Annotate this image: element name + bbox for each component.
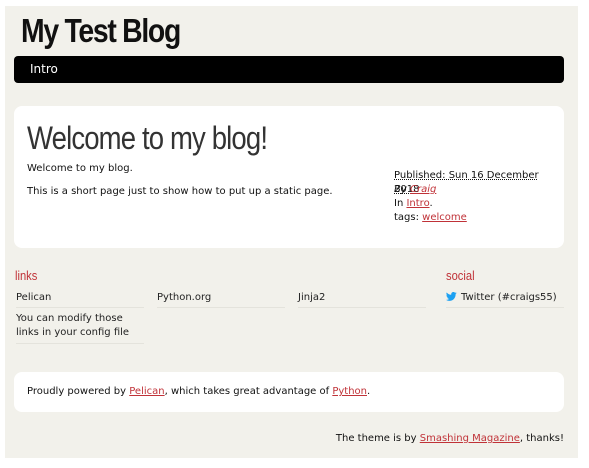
- category-link[interactable]: Intro: [406, 198, 429, 209]
- footer-prefix: Proudly powered by: [27, 386, 130, 397]
- nav-item-intro[interactable]: Intro: [30, 62, 58, 76]
- theme-credit: The theme is by Smashing Magazine, thank…: [336, 433, 564, 444]
- main-menu: Intro: [14, 56, 564, 83]
- social-item-twitter[interactable]: Twitter (#craigs55): [446, 292, 564, 308]
- content-section: Welcome to my blog! Welcome to my blog. …: [14, 106, 564, 248]
- smashing-magazine-link[interactable]: Smashing Magazine: [420, 433, 520, 444]
- category-label: In: [394, 198, 407, 209]
- footer-suffix: .: [367, 386, 371, 397]
- theme-suffix: , thanks!: [519, 433, 564, 444]
- link-jinja2[interactable]: Jinja2: [298, 292, 426, 308]
- tag-link[interactable]: welcome: [422, 212, 467, 223]
- link-python-org[interactable]: Python.org: [157, 292, 285, 308]
- python-link[interactable]: Python: [332, 386, 367, 397]
- footer-box: Proudly powered by Pelican, which takes …: [14, 372, 564, 412]
- article-paragraph: Welcome to my blog.: [27, 163, 133, 174]
- site-title[interactable]: My Test Blog: [21, 12, 181, 50]
- pelican-link[interactable]: Pelican: [129, 386, 164, 397]
- category-suffix: .: [429, 198, 433, 209]
- twitter-icon: [446, 292, 457, 301]
- powered-by-text: Proudly powered by Pelican, which takes …: [27, 386, 370, 397]
- social-item-label: Twitter (#craigs55): [461, 292, 557, 303]
- article-paragraph: This is a short page just to show how to…: [27, 186, 333, 197]
- page-container: My Test Blog Intro Welcome to my blog! W…: [5, 6, 578, 458]
- social-heading: social: [446, 268, 475, 283]
- theme-prefix: The theme is by: [335, 433, 420, 444]
- link-pelican[interactable]: Pelican: [16, 292, 144, 308]
- tags-label: tags:: [394, 212, 423, 223]
- author-link[interactable]: Craig: [410, 184, 436, 195]
- footer-middle: , which takes great advantage of: [164, 386, 333, 397]
- post-info: Published: Sun 16 December 2018 By Craig…: [394, 169, 564, 225]
- links-note: You can modify those links in your confi…: [16, 312, 144, 344]
- extras-section: links Pelican Python.org Jinja2 You can …: [5, 268, 578, 348]
- links-heading: links: [15, 268, 38, 283]
- by-label: By: [394, 184, 410, 195]
- article-title: Welcome to my blog!: [27, 120, 268, 156]
